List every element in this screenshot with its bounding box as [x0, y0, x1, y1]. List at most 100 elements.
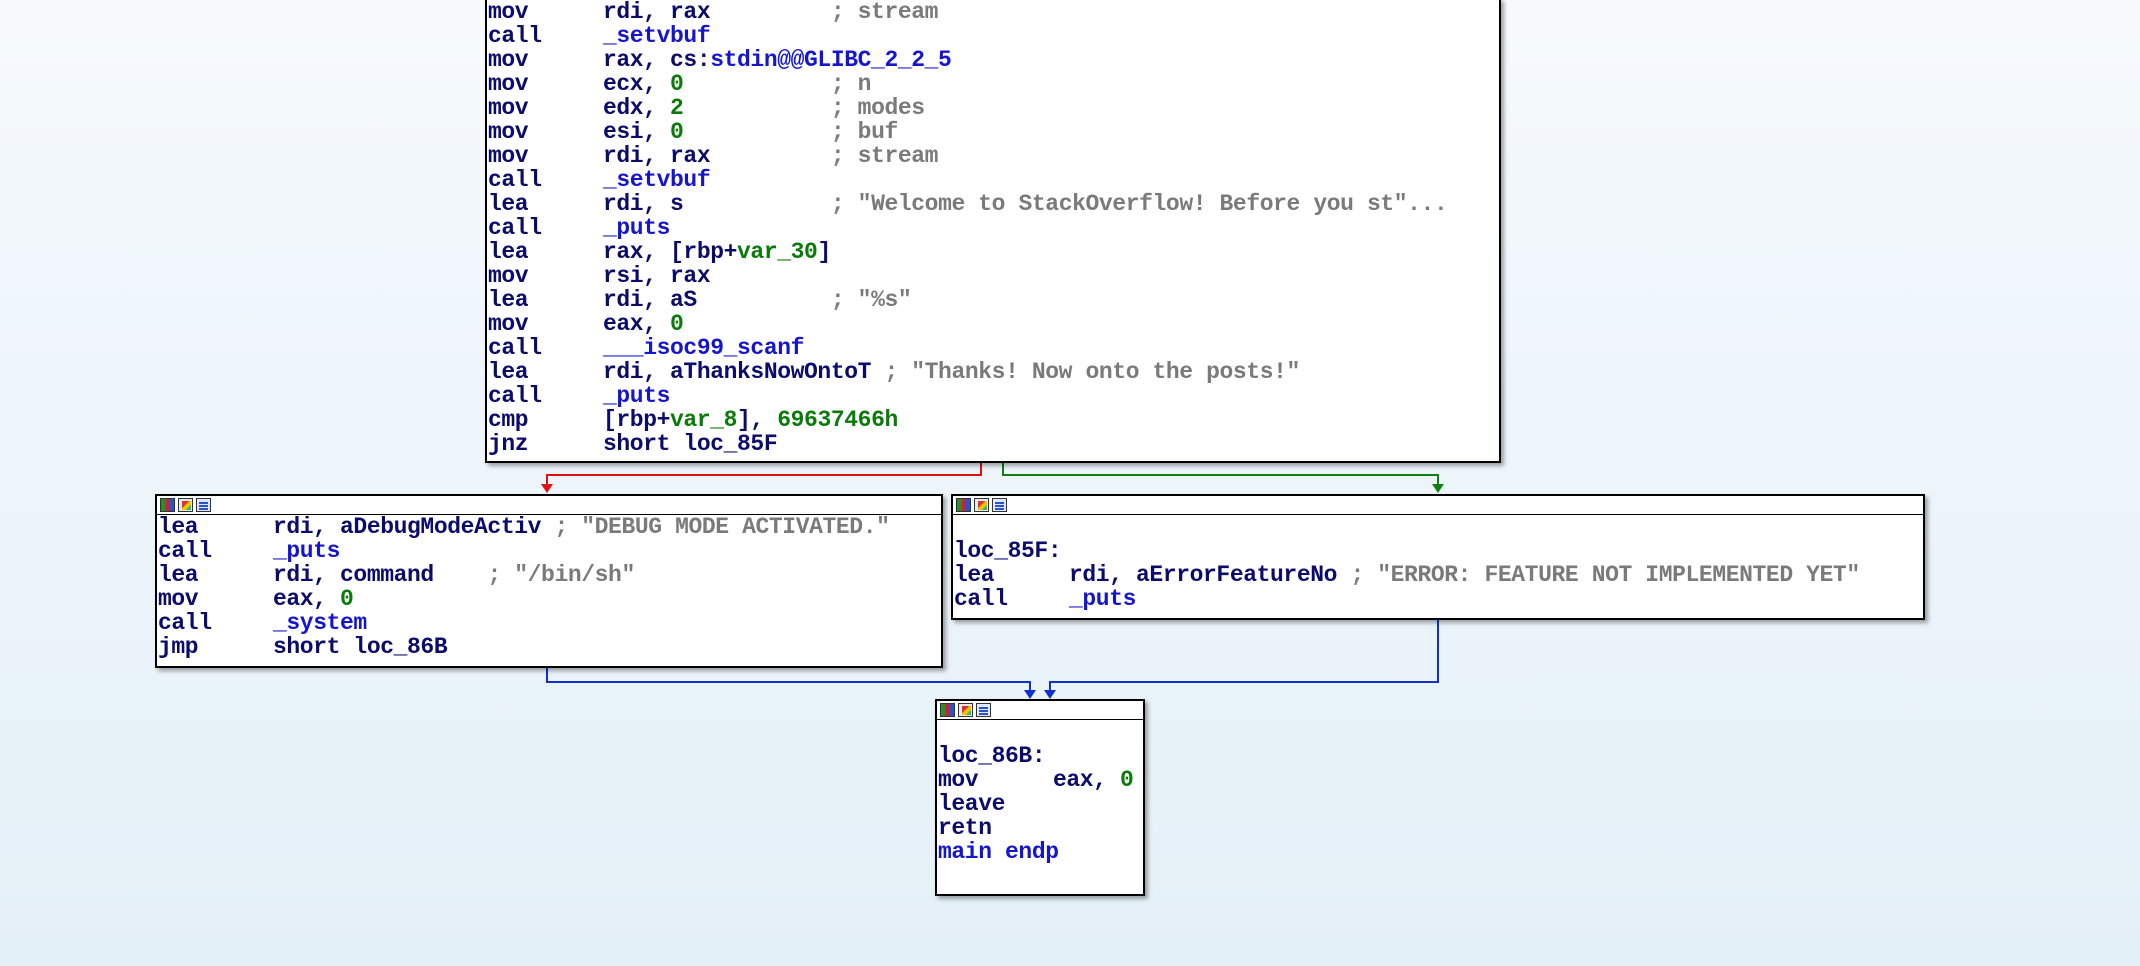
symbol-name[interactable]: _setvbuf: [603, 23, 711, 49]
symbol-name[interactable]: ___isoc99_scanf: [603, 335, 804, 361]
mnemonic: mov: [488, 263, 529, 289]
code-line[interactable]: mov rax, cs:stdin@@GLIBC_2_2_5: [487, 48, 1499, 72]
mnemonic: mov: [158, 586, 199, 612]
comment: ; stream: [830, 0, 939, 25]
code-line[interactable]: mov ecx, 0 ; n: [487, 72, 1499, 96]
color-icon[interactable]: [178, 498, 193, 512]
mnemonic: call: [488, 383, 542, 409]
code-line[interactable]: jnz short loc_85F: [487, 432, 1499, 456]
code-line[interactable]: lea rdi, aDebugModeActiv ; "DEBUG MODE AC…: [157, 515, 941, 539]
code-line[interactable]: call ___isoc99_scanf: [487, 336, 1499, 360]
code-lines: mov eax, 0 leave retn: [937, 768, 1143, 840]
code-line[interactable]: call _puts: [953, 587, 1923, 611]
code-block-debug[interactable]: lea rdi, aDebugModeActiv ; "DEBUG MODE AC…: [155, 494, 943, 668]
code-lines: lea rdi, aDebugModeActiv ; "DEBUG MODE AC…: [157, 515, 941, 659]
symbol-name[interactable]: _puts: [273, 538, 340, 564]
mnemonic: mov: [488, 0, 529, 25]
operand: [434, 562, 488, 588]
symbol-name[interactable]: _puts: [603, 383, 670, 409]
code-line[interactable]: lea rdi, aS ; "%s": [487, 288, 1499, 312]
mnemonic: cmp: [488, 407, 529, 433]
numeric-operand: 0: [340, 586, 354, 612]
code-line[interactable]: call _puts: [157, 539, 941, 563]
code-line[interactable]: call _puts: [487, 384, 1499, 408]
code-line[interactable]: mov rdi, rax ; stream: [487, 144, 1499, 168]
comment: ; "Thanks! Now onto the posts!": [884, 359, 1300, 385]
code-line[interactable]: lea rax, [rbp+var_30]: [487, 240, 1499, 264]
xref-icon[interactable]: [992, 498, 1007, 512]
operand: [710, 0, 831, 25]
code-line[interactable]: mov edx, 2 ; modes: [487, 96, 1499, 120]
symbol-name[interactable]: _setvbuf: [603, 167, 711, 193]
symbol-name[interactable]: _puts: [1069, 586, 1136, 612]
code-line[interactable]: mov eax, 0: [157, 587, 941, 611]
code-line[interactable]: jmp short loc_86B: [157, 635, 941, 659]
operand: edx,: [603, 95, 671, 121]
code-block-exit[interactable]: loc_86B: mov eax, 0 leave retn main endp: [935, 699, 1145, 896]
code-line[interactable]: lea rdi, command ; "/bin/sh": [157, 563, 941, 587]
mnemonic: call: [488, 167, 542, 193]
mnemonic: lea: [488, 287, 529, 313]
mnemonic: mov: [488, 47, 529, 73]
code-line[interactable]: call _setvbuf: [487, 168, 1499, 192]
mnemonic: mov: [938, 767, 979, 793]
code-lines: mov rdi, rax ; stream call _setvbuf mov rax, …: [487, 0, 1499, 456]
code-line[interactable]: mov eax, 0: [937, 768, 1143, 792]
operand: rdi, s: [603, 191, 684, 217]
code-line[interactable]: leave: [937, 792, 1143, 816]
comment: ; "%s": [830, 287, 912, 313]
comment: ; "Welcome to StackOverflow! Before you …: [830, 191, 1448, 217]
code-line[interactable]: mov rdi, rax ; stream: [487, 0, 1499, 24]
code-line[interactable]: mov eax, 0: [487, 312, 1499, 336]
code-line[interactable]: mov rsi, rax: [487, 264, 1499, 288]
mnemonic: call: [488, 215, 542, 241]
xref-icon[interactable]: [976, 703, 991, 717]
operand: rdi, aThanksNowOntoT: [603, 359, 885, 385]
color-icon[interactable]: [958, 703, 973, 717]
symbol-name[interactable]: _puts: [603, 215, 670, 241]
symbol-name[interactable]: _system: [273, 610, 367, 636]
operand: short loc_86B: [273, 634, 448, 660]
code-line[interactable]: mov esi, 0 ; buf: [487, 120, 1499, 144]
mnemonic: mov: [488, 119, 529, 145]
numeric-operand: 2: [670, 95, 684, 121]
code-line[interactable]: lea rdi, s ; "Welcome to StackOverflow! B…: [487, 192, 1499, 216]
mnemonic: call: [488, 23, 542, 49]
operand: [683, 95, 830, 121]
symbol-name[interactable]: stdin@@GLIBC_2_2_5: [710, 47, 952, 73]
code-line[interactable]: retn: [937, 816, 1143, 840]
code-block-main[interactable]: mov rdi, rax ; stream call _setvbuf mov rax, …: [485, 0, 1501, 463]
comment: ; "DEBUG MODE ACTIVATED.": [554, 514, 890, 540]
operand: ],: [737, 407, 778, 433]
comment: ; stream: [830, 143, 939, 169]
graph-icon[interactable]: [940, 703, 955, 717]
operand: [683, 71, 830, 97]
mnemonic: lea: [488, 191, 529, 217]
numeric-operand: 0: [670, 311, 684, 337]
graph-icon[interactable]: [956, 498, 971, 512]
edge-true: [1002, 463, 1439, 486]
code-line[interactable]: call _system: [157, 611, 941, 635]
graph-icon[interactable]: [160, 498, 175, 512]
comment: ; modes: [830, 95, 925, 121]
code-line[interactable]: call _setvbuf: [487, 24, 1499, 48]
mnemonic: lea: [488, 359, 529, 385]
code-line[interactable]: lea rdi, aThanksNowOntoT ; "Thanks! Now o…: [487, 360, 1499, 384]
block-label[interactable]: loc_85F:: [953, 539, 1923, 563]
mnemonic: mov: [488, 71, 529, 97]
code-line[interactable]: call _puts: [487, 216, 1499, 240]
operand: rsi, rax: [603, 263, 711, 289]
xref-icon[interactable]: [196, 498, 211, 512]
mnemonic: leave: [938, 791, 1006, 817]
operand: rdi, aDebugModeActiv: [273, 514, 555, 540]
code-line[interactable]: cmp [rbp+var_8], 69637466h: [487, 408, 1499, 432]
function-end: main endp: [938, 839, 1059, 865]
block-header: [937, 701, 1143, 720]
code-line[interactable]: lea rdi, aErrorFeatureNo ; "ERROR: FEATUR…: [953, 563, 1923, 587]
numeric-operand: var_30: [737, 239, 818, 265]
block-label[interactable]: loc_86B:: [937, 744, 1143, 768]
color-icon[interactable]: [974, 498, 989, 512]
operand: [683, 119, 830, 145]
code-block-error[interactable]: loc_85F: lea rdi, aErrorFeatureNo ; "ERRO…: [951, 494, 1925, 620]
mnemonic: call: [488, 335, 542, 361]
